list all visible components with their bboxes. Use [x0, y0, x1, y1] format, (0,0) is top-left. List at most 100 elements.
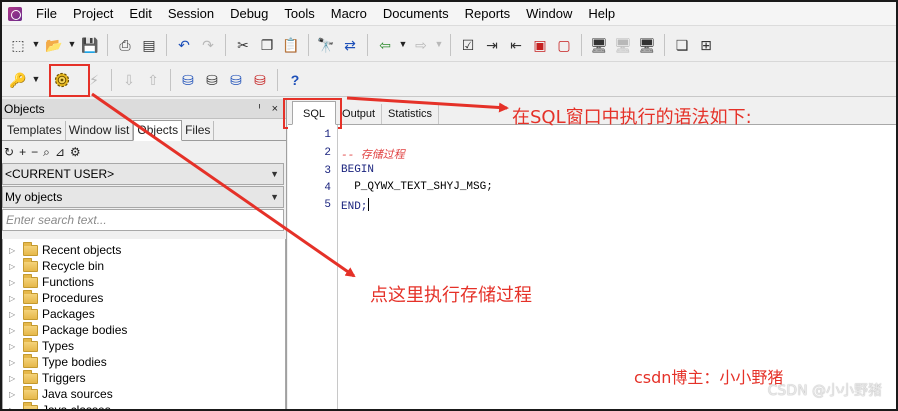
add-icon[interactable]: +: [19, 145, 26, 159]
tree-item[interactable]: ▷ Recycle bin: [3, 257, 285, 274]
unindent-icon[interactable]: ⇤: [504, 33, 528, 57]
uncomment-icon[interactable]: ▢: [552, 33, 576, 57]
copy-icon[interactable]: ❐: [255, 33, 279, 57]
key-icon[interactable]: 🔑: [6, 68, 30, 92]
folder-icon: [23, 385, 38, 400]
cut-icon[interactable]: ✂: [231, 33, 255, 57]
line-number: 1: [324, 129, 331, 141]
tree-item[interactable]: ▷ Packages: [3, 305, 285, 322]
window-tile-icon[interactable]: ⊞: [694, 33, 718, 57]
tree-item[interactable]: ▷ Java classes: [3, 401, 285, 410]
new-dropdown-icon[interactable]: ▼: [30, 33, 42, 57]
menu-documents[interactable]: Documents: [375, 3, 457, 25]
open-folder-icon[interactable]: 📂: [42, 33, 66, 57]
expand-icon[interactable]: ▷: [9, 342, 23, 351]
fetch-next-icon[interactable]: ⇩: [117, 68, 141, 92]
menu-window[interactable]: Window: [518, 3, 580, 25]
expand-icon[interactable]: ▷: [9, 262, 23, 271]
tree-item[interactable]: ▷ Types: [3, 337, 285, 354]
refresh-icon[interactable]: ↻: [4, 145, 14, 159]
tab-objects[interactable]: Objects: [133, 120, 183, 141]
code-line-begin: BEGIN: [341, 164, 375, 176]
expand-icon[interactable]: ▷: [9, 358, 23, 367]
menu-edit[interactable]: Edit: [121, 3, 159, 25]
help-icon[interactable]: ?: [283, 68, 307, 92]
menu-project[interactable]: Project: [65, 3, 121, 25]
commit-icon[interactable]: ⛁: [224, 68, 248, 92]
find-icon[interactable]: ⌕: [43, 145, 50, 160]
tab-templates[interactable]: Templates: [4, 121, 66, 140]
tab-window-list[interactable]: Window list: [66, 121, 134, 140]
menu-tools[interactable]: Tools: [276, 3, 322, 25]
search-placeholder: Enter search text...: [6, 213, 107, 227]
indent-icon[interactable]: ⇥: [480, 33, 504, 57]
toolbar-separator: [225, 33, 226, 56]
menu-reports[interactable]: Reports: [457, 3, 519, 25]
tree-item[interactable]: ▷ Recent objects: [3, 241, 285, 258]
objects-combo[interactable]: My objects ▼: [2, 186, 284, 208]
folder-icon: [23, 289, 38, 304]
tree-item[interactable]: ▷ Functions: [3, 273, 285, 290]
menu-session[interactable]: Session: [160, 3, 222, 25]
save-icon[interactable]: 💾: [78, 33, 102, 57]
code-area[interactable]: -- 存储过程 BEGIN P_QYWX_TEXT_SHYJ_MSG; END;: [341, 125, 891, 409]
session-icon[interactable]: 🖥: [635, 33, 659, 57]
remove-icon[interactable]: −: [31, 145, 38, 159]
menu-file[interactable]: File: [28, 3, 65, 25]
export-dropdown-icon[interactable]: ▼: [433, 33, 445, 57]
tree-item-label: Procedures: [42, 291, 104, 305]
print-icon[interactable]: ⎙: [113, 33, 137, 57]
expand-icon[interactable]: ▷: [9, 294, 23, 303]
search-input[interactable]: Enter search text...: [2, 209, 284, 231]
disconnect-icon[interactable]: 🖥: [611, 33, 635, 57]
menu-debug[interactable]: Debug: [222, 3, 276, 25]
undo-icon[interactable]: ↶: [172, 33, 196, 57]
tree-item[interactable]: ▷ Procedures: [3, 289, 285, 306]
expand-icon[interactable]: ▷: [9, 374, 23, 383]
tab-output[interactable]: Output: [336, 104, 383, 124]
print-preview-icon[interactable]: ▤: [137, 33, 161, 57]
import-icon[interactable]: ⇦: [373, 33, 397, 57]
properties-icon[interactable]: ⚙: [70, 145, 81, 159]
line-number-gutter: 1 2 3 4 5: [288, 125, 338, 409]
folder-icon: [23, 321, 38, 336]
paste-icon[interactable]: 📋: [279, 33, 303, 57]
connection-icon[interactable]: 🖥: [587, 33, 611, 57]
tree-item[interactable]: ▷ Triggers: [3, 369, 285, 386]
fetch-last-icon[interactable]: ⇧: [141, 68, 165, 92]
comment-icon[interactable]: ▣: [528, 33, 552, 57]
replace-icon[interactable]: ⇄: [338, 33, 362, 57]
menu-macro[interactable]: Macro: [323, 3, 375, 25]
expand-icon[interactable]: ▷: [9, 326, 23, 335]
expand-icon[interactable]: ▷: [9, 406, 23, 410]
user-combo[interactable]: <CURRENT USER> ▼: [2, 163, 284, 185]
expand-icon[interactable]: ▷: [9, 246, 23, 255]
database-icon[interactable]: ⛁: [176, 68, 200, 92]
find-icon[interactable]: 🔭: [314, 33, 338, 57]
check-document-icon[interactable]: ☑: [456, 33, 480, 57]
tree-item[interactable]: ▷ Type bodies: [3, 353, 285, 370]
open-dropdown-icon[interactable]: ▼: [66, 33, 78, 57]
panel-controls[interactable]: ᑊ ×: [258, 102, 282, 115]
tab-statistics[interactable]: Statistics: [382, 104, 440, 124]
app-window: File Project Edit Session Debug Tools Ma…: [0, 0, 898, 411]
objects-panel: Objects ᑊ × Templates Window list Object…: [2, 99, 287, 410]
folder-icon: [23, 273, 38, 288]
expand-icon[interactable]: ▷: [9, 278, 23, 287]
rollback-icon[interactable]: ⛁: [248, 68, 272, 92]
key-dropdown-icon[interactable]: ▼: [30, 68, 42, 92]
export-icon[interactable]: ⇨: [409, 33, 433, 57]
tree-item[interactable]: ▷ Java sources: [3, 385, 285, 402]
tab-files[interactable]: Files: [182, 121, 215, 140]
import-dropdown-icon[interactable]: ▼: [397, 33, 409, 57]
filter-icon[interactable]: ⊿: [55, 145, 65, 159]
redo-icon[interactable]: ↷: [196, 33, 220, 57]
expand-icon[interactable]: ▷: [9, 390, 23, 399]
window-cascade-icon[interactable]: ❏: [670, 33, 694, 57]
tree-item[interactable]: ▷ Package bodies: [3, 321, 285, 338]
new-icon[interactable]: ⬚: [6, 33, 30, 57]
sql-database-icon[interactable]: ⛁: [200, 68, 224, 92]
folder-icon: [23, 337, 38, 352]
expand-icon[interactable]: ▷: [9, 310, 23, 319]
menu-help[interactable]: Help: [580, 3, 623, 25]
